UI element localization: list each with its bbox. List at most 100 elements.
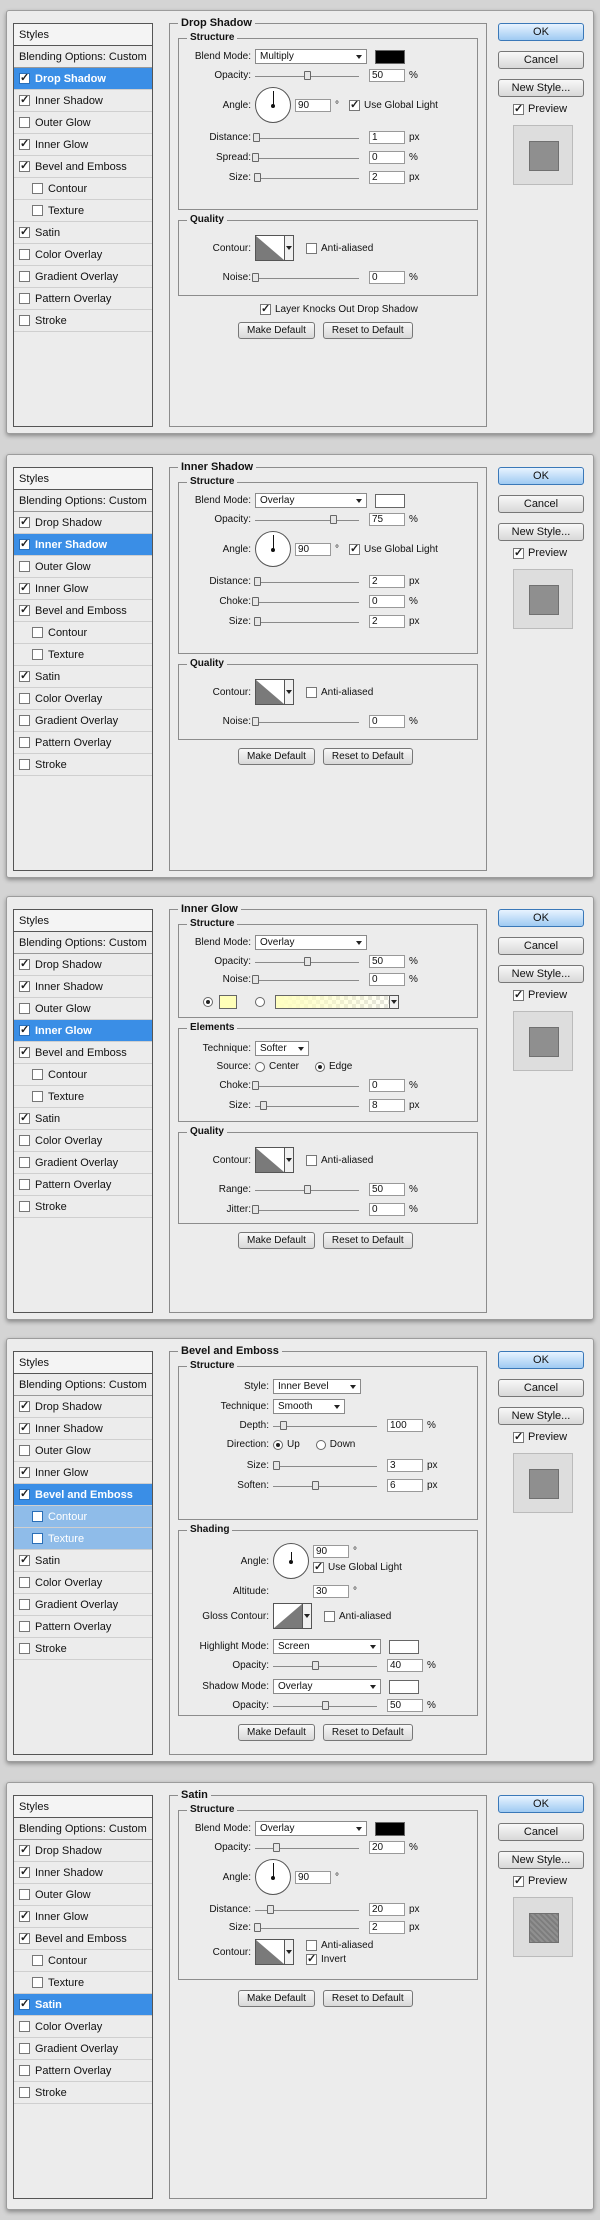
contour-dropdown-arrow[interactable]: [285, 1939, 294, 1965]
style-item-pattern-overlay[interactable]: Pattern Overlay: [14, 732, 152, 754]
style-item-checkbox[interactable]: [32, 627, 43, 638]
contour-picker[interactable]: [255, 235, 285, 261]
style-item-bevel-and-emboss[interactable]: Bevel and Emboss: [14, 600, 152, 622]
contour-picker[interactable]: [255, 1147, 285, 1173]
style-item-outer-glow[interactable]: Outer Glow: [14, 1440, 152, 1462]
opacity-slider[interactable]: [255, 70, 359, 80]
make-default-button[interactable]: Make Default: [238, 322, 315, 339]
invert-checkbox[interactable]: [306, 1952, 317, 1965]
preview-checkbox[interactable]: [513, 546, 524, 559]
style-item-inner-shadow[interactable]: Inner Shadow: [14, 1418, 152, 1440]
blending-options-item[interactable]: Blending Options: Custom: [14, 1818, 152, 1840]
style-item-checkbox[interactable]: [19, 2043, 30, 2054]
distance-slider-thumb[interactable]: [253, 132, 261, 142]
style-item-checkbox[interactable]: [19, 1621, 30, 1632]
style-item-checkbox[interactable]: [19, 271, 30, 282]
style-item-checkbox[interactable]: [32, 1533, 43, 1544]
choke-slider-thumb[interactable]: [252, 1080, 259, 1090]
style-item-checkbox[interactable]: [19, 1135, 30, 1146]
style-item-checkbox[interactable]: [19, 1421, 30, 1434]
make-default-button[interactable]: Make Default: [238, 1990, 315, 2007]
style-item-bevel-and-emboss[interactable]: Bevel and Emboss: [14, 1928, 152, 1950]
style-item-checkbox[interactable]: [19, 1865, 30, 1878]
style-item-checkbox[interactable]: [19, 93, 30, 106]
solid-color-radio[interactable]: [203, 997, 213, 1007]
style-item-checkbox[interactable]: [19, 693, 30, 704]
cancel-button[interactable]: Cancel: [498, 937, 584, 955]
style-item-inner-glow[interactable]: Inner Glow: [14, 578, 152, 600]
cancel-button[interactable]: Cancel: [498, 495, 584, 513]
blend-mode-select[interactable]: Overlay: [255, 935, 367, 950]
blending-options-item[interactable]: Blending Options: Custom: [14, 1374, 152, 1396]
cancel-button[interactable]: Cancel: [498, 51, 584, 69]
reset-to-default-button[interactable]: Reset to Default: [322, 1232, 413, 1249]
noise-slider-thumb[interactable]: [252, 716, 259, 726]
new-style-button[interactable]: New Style...: [498, 1407, 584, 1425]
style-item-checkbox[interactable]: [19, 1599, 30, 1610]
style-item-checkbox[interactable]: [19, 1843, 30, 1856]
style-item-checkbox[interactable]: [19, 1399, 30, 1412]
source-center-radio[interactable]: [255, 1061, 265, 1072]
style-item-checkbox[interactable]: [19, 225, 30, 238]
use-global-light-checkbox[interactable]: [349, 98, 360, 111]
ok-button[interactable]: OK: [498, 467, 584, 485]
angle-dial[interactable]: [255, 531, 291, 567]
size-slider[interactable]: [273, 1460, 377, 1470]
range-input[interactable]: 50: [369, 1183, 405, 1196]
style-item-inner-glow[interactable]: Inner Glow: [14, 1462, 152, 1484]
spread-slider-thumb[interactable]: [252, 152, 259, 162]
jitter-slider[interactable]: [252, 1204, 359, 1214]
style-item-contour[interactable]: Contour: [14, 622, 152, 644]
use-global-light-checkbox[interactable]: [313, 1560, 324, 1573]
reset-to-default-button[interactable]: Reset to Default: [322, 748, 413, 765]
style-item-contour[interactable]: Contour: [14, 1950, 152, 1972]
style-item-checkbox[interactable]: [19, 1465, 30, 1478]
style-item-checkbox[interactable]: [32, 1091, 43, 1102]
preview-checkbox[interactable]: [513, 988, 524, 1001]
style-item-satin[interactable]: Satin: [14, 1550, 152, 1572]
style-item-checkbox[interactable]: [19, 515, 30, 528]
size-input[interactable]: 8: [369, 1099, 405, 1112]
style-item-checkbox[interactable]: [32, 1511, 43, 1522]
make-default-button[interactable]: Make Default: [238, 1724, 315, 1741]
make-default-button[interactable]: Make Default: [238, 1232, 315, 1249]
style-item-drop-shadow[interactable]: Drop Shadow: [14, 1396, 152, 1418]
style-item-checkbox[interactable]: [32, 1069, 43, 1080]
gloss-contour-picker[interactable]: [273, 1603, 303, 1629]
style-item-inner-shadow[interactable]: Inner Shadow: [14, 1862, 152, 1884]
gradient-radio[interactable]: [255, 997, 265, 1007]
highlight-opacity-slider-thumb[interactable]: [311, 1660, 319, 1670]
opacity-input[interactable]: 50: [369, 69, 405, 82]
style-item-checkbox[interactable]: [19, 759, 30, 770]
style-item-pattern-overlay[interactable]: Pattern Overlay: [14, 288, 152, 310]
size-slider[interactable]: [255, 1100, 359, 1110]
style-item-outer-glow[interactable]: Outer Glow: [14, 998, 152, 1020]
style-item-checkbox[interactable]: [19, 315, 30, 326]
anti-aliased-checkbox[interactable]: [324, 1610, 335, 1622]
style-item-stroke[interactable]: Stroke: [14, 310, 152, 332]
style-item-checkbox[interactable]: [19, 1909, 30, 1922]
satin-color-swatch[interactable]: [375, 1821, 405, 1836]
reset-to-default-button[interactable]: Reset to Default: [322, 1990, 413, 2007]
gloss-contour-dropdown-arrow[interactable]: [303, 1603, 312, 1629]
style-item-texture[interactable]: Texture: [14, 1972, 152, 1994]
style-item-checkbox[interactable]: [19, 2065, 30, 2076]
shadow-opacity-input[interactable]: 50: [387, 1699, 423, 1712]
noise-slider-thumb[interactable]: [252, 974, 259, 984]
style-item-color-overlay[interactable]: Color Overlay: [14, 688, 152, 710]
style-item-checkbox[interactable]: [19, 1487, 30, 1500]
style-item-stroke[interactable]: Stroke: [14, 1638, 152, 1660]
style-item-color-overlay[interactable]: Color Overlay: [14, 1130, 152, 1152]
size-slider[interactable]: [254, 1922, 359, 1932]
style-item-checkbox[interactable]: [32, 649, 43, 660]
contour-dropdown-arrow[interactable]: [285, 1147, 294, 1173]
layer-knocks-checkbox[interactable]: [260, 302, 271, 315]
style-item-stroke[interactable]: Stroke: [14, 2082, 152, 2104]
noise-slider[interactable]: [252, 272, 359, 282]
technique-select[interactable]: Softer: [255, 1041, 309, 1056]
style-item-bevel-and-emboss[interactable]: Bevel and Emboss: [14, 1042, 152, 1064]
style-item-bevel-and-emboss[interactable]: Bevel and Emboss: [14, 156, 152, 178]
size-slider-thumb[interactable]: [254, 616, 262, 626]
jitter-slider-thumb[interactable]: [252, 1204, 259, 1214]
style-item-drop-shadow[interactable]: Drop Shadow: [14, 512, 152, 534]
